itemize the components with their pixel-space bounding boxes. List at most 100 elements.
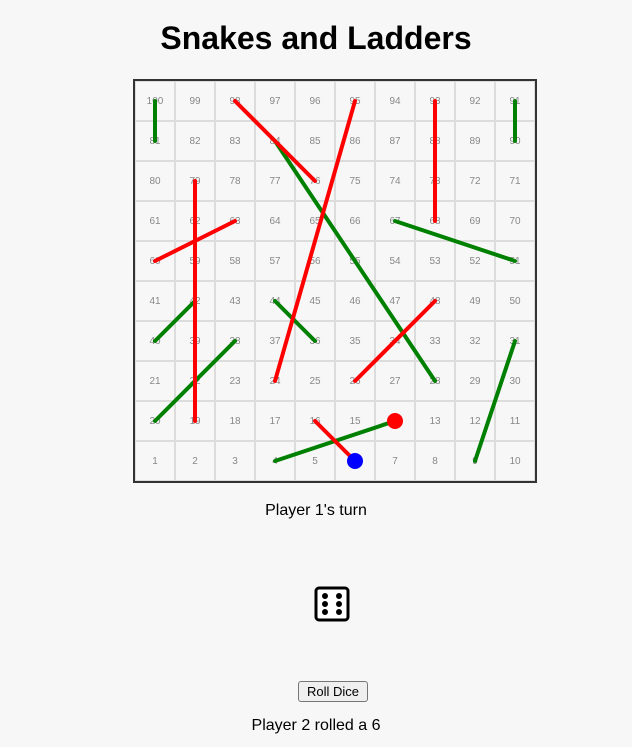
cell-number: 78 — [229, 176, 241, 187]
cell-number: 31 — [509, 336, 521, 347]
board-cell: 12 — [455, 401, 495, 441]
board-cell: 47 — [375, 281, 415, 321]
board-cell: 86 — [335, 121, 375, 161]
board-cell: 40 — [135, 321, 175, 361]
game-page: Snakes and Ladders 100 99 98 97 96 95 94 93 92 91… — [0, 0, 632, 747]
board-cell: 95 — [335, 81, 375, 121]
cell-number: 56 — [309, 256, 321, 267]
cell-number: 26 — [349, 376, 361, 387]
board-cell: 43 — [215, 281, 255, 321]
board-cell: 90 — [495, 121, 535, 161]
cell-number: 98 — [229, 96, 241, 107]
page-title: Snakes and Ladders — [160, 20, 472, 56]
board-cell: 85 — [295, 121, 335, 161]
board-cell: 80 — [135, 161, 175, 201]
board-cell: 97 — [255, 81, 295, 121]
dice-result-text: Player 2 rolled a 6 — [251, 717, 381, 734]
cell-number: 71 — [509, 176, 521, 187]
board-cell: 31 — [495, 321, 535, 361]
board-cell: 71 — [495, 161, 535, 201]
cell-number: 83 — [229, 136, 241, 147]
cell-number: 82 — [189, 136, 201, 147]
board-cell: 20 — [135, 401, 175, 441]
game-board: 100 99 98 97 96 95 94 93 92 91 81 82 83 84 85 86 87 88 89 9… — [133, 79, 537, 483]
cell-number: 79 — [189, 176, 201, 187]
board-cell: 89 — [455, 121, 495, 161]
cell-number: 52 — [469, 256, 481, 267]
board-cell: 64 — [255, 201, 295, 241]
cell-number: 25 — [309, 376, 321, 387]
cell-number: 62 — [189, 216, 201, 227]
cell-number: 61 — [149, 216, 161, 227]
cell-number: 28 — [429, 376, 441, 387]
board-cell: 98 — [215, 81, 255, 121]
board-cell: 65 — [295, 201, 335, 241]
board-cell: 82 — [175, 121, 215, 161]
board-cell: 48 — [415, 281, 455, 321]
cell-number: 32 — [469, 336, 481, 347]
cell-number: 19 — [189, 416, 201, 427]
cell-number: 59 — [189, 256, 201, 267]
cell-number: 66 — [349, 216, 361, 227]
board-cell: 54 — [375, 241, 415, 281]
board-cell: 50 — [495, 281, 535, 321]
cell-number: 94 — [389, 96, 401, 107]
board-cell: 22 — [175, 361, 215, 401]
cell-number: 7 — [392, 456, 398, 467]
cell-number: 72 — [469, 176, 481, 187]
board-cell: 8 — [415, 441, 455, 481]
cell-number: 35 — [349, 336, 361, 347]
board-cell: 78 — [215, 161, 255, 201]
board-cell: 69 — [455, 201, 495, 241]
board-cell: 38 — [215, 321, 255, 361]
board-cell: 16 — [295, 401, 335, 441]
board-cell: 63 — [215, 201, 255, 241]
board-cell: 27 — [375, 361, 415, 401]
board-cell: 15 — [335, 401, 375, 441]
cell-number: 6 — [352, 456, 358, 467]
roll-dice-button[interactable]: Roll Dice — [298, 681, 368, 702]
cell-number: 15 — [349, 416, 361, 427]
board-cell: 7 — [375, 441, 415, 481]
cell-number: 88 — [429, 136, 441, 147]
board-cell: 21 — [135, 361, 175, 401]
cell-number: 51 — [509, 256, 521, 267]
board-cell: 5 — [295, 441, 335, 481]
board-cell: 96 — [295, 81, 335, 121]
board-cell: 100 — [135, 81, 175, 121]
cell-number: 84 — [269, 136, 281, 147]
board-cell: 75 — [335, 161, 375, 201]
cell-number: 73 — [429, 176, 441, 187]
board-cell: 94 — [375, 81, 415, 121]
board-cell: 28 — [415, 361, 455, 401]
cell-number: 99 — [189, 96, 201, 107]
cell-number: 44 — [269, 296, 281, 307]
board-cell: 10 — [495, 441, 535, 481]
board-cell: 55 — [335, 241, 375, 281]
cell-number: 29 — [469, 376, 481, 387]
cell-number: 95 — [349, 96, 361, 107]
turn-indicator: Player 1's turn — [265, 502, 367, 519]
cell-number: 87 — [389, 136, 401, 147]
board-cell: 9 — [455, 441, 495, 481]
cell-number: 53 — [429, 256, 441, 267]
cell-number: 65 — [309, 216, 321, 227]
board-cell: 84 — [255, 121, 295, 161]
board-cell: 39 — [175, 321, 215, 361]
cell-number: 14 — [389, 416, 401, 427]
cell-number: 4 — [272, 456, 278, 467]
board-cell: 42 — [175, 281, 215, 321]
cell-number: 43 — [229, 296, 241, 307]
cell-number: 96 — [309, 96, 321, 107]
board-cell: 74 — [375, 161, 415, 201]
board-cell: 81 — [135, 121, 175, 161]
board-cell: 67 — [375, 201, 415, 241]
cell-number: 16 — [309, 416, 321, 427]
board-cell: 49 — [455, 281, 495, 321]
board-cell: 93 — [415, 81, 455, 121]
cell-number: 57 — [269, 256, 281, 267]
board-cell: 19 — [175, 401, 215, 441]
cell-number: 54 — [389, 256, 401, 267]
board-cell: 56 — [295, 241, 335, 281]
cell-number: 100 — [146, 96, 164, 107]
